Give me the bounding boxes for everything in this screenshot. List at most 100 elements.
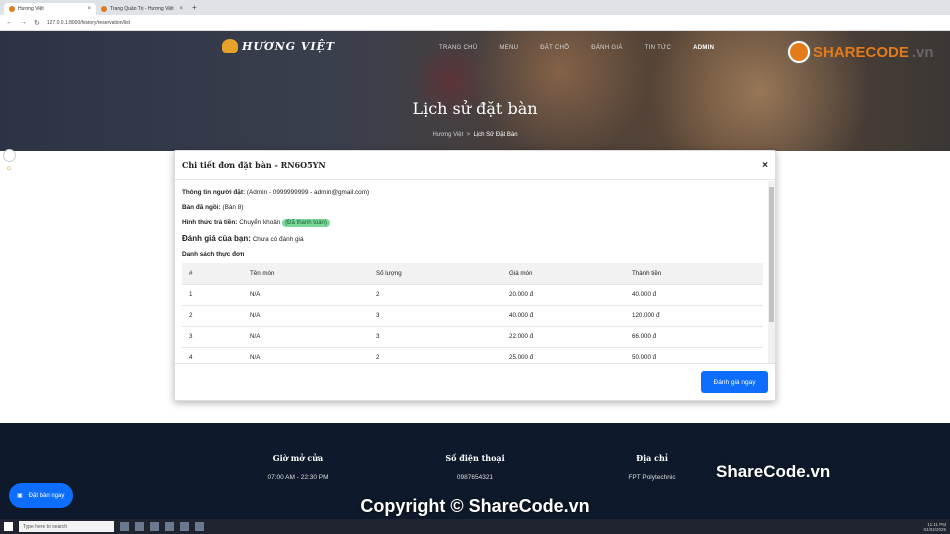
- breadcrumb-home[interactable]: Hương Việt: [432, 132, 463, 138]
- theme-toggle-button[interactable]: [3, 149, 16, 162]
- table-row: 3 N/A 3 22.000 đ 66.000 đ: [182, 325, 763, 347]
- footer-address: Địa chỉ FPT Polytechnic: [582, 453, 722, 481]
- scrollbar-thumb[interactable]: [769, 187, 774, 322]
- terminal-icon[interactable]: [180, 522, 189, 531]
- cell-total: 40.000 đ: [625, 283, 763, 305]
- forward-arrow-icon[interactable]: →: [20, 19, 27, 26]
- vscode-icon[interactable]: [165, 522, 174, 531]
- payment-method: Chuyển khoản: [239, 219, 281, 226]
- modal-title: Chi tiết đơn đặt bàn - RN6O5YN: [182, 160, 326, 170]
- system-clock[interactable]: 11:11 PM 04/02/2025: [923, 522, 950, 532]
- clock-date: 04/02/2025: [923, 526, 946, 532]
- table-row: 1 N/A 2 20.000 đ 40.000 đ: [182, 283, 763, 305]
- col-index: #: [182, 263, 243, 284]
- book-table-button[interactable]: ▣ Đặt bàn ngay: [9, 483, 73, 508]
- close-icon[interactable]: ×: [762, 160, 768, 171]
- os-taskbar: Type here to search 11:11 PM 04/02/2025: [0, 519, 950, 534]
- cell-total: 120.000 đ: [625, 304, 763, 326]
- cell-index: 4: [182, 346, 243, 364]
- windows-start-icon[interactable]: [4, 522, 13, 531]
- task-view-icon[interactable]: [120, 522, 129, 531]
- site-favicon-icon: [9, 6, 15, 12]
- url-field[interactable]: 127.0.0.1:8000/history/reservation/list: [47, 20, 130, 26]
- cell-total: 66.000 đ: [625, 325, 763, 347]
- footer-hours: Giờ mở cửa 07:00 AM - 22:30 PM: [228, 453, 368, 481]
- modal-footer: Đánh giá ngay: [175, 363, 775, 400]
- main-nav: TRANG CHỦ MENU ĐẶT CHỖ ĐÁNH GIÁ TIN TỨC …: [439, 45, 714, 51]
- review-value: Chưa có đánh giá: [252, 236, 304, 243]
- booker-info: Thông tin người đặt: (Admin - 0999999999…: [182, 189, 760, 196]
- sun-icon[interactable]: ☼: [5, 163, 12, 172]
- logo-icon: [222, 39, 238, 53]
- tab-title: Trang Quản Trị - Hương Việt: [110, 6, 174, 12]
- file-explorer-icon[interactable]: [135, 522, 144, 531]
- cell-index: 1: [182, 283, 243, 305]
- table-row: 4 N/A 2 25.000 đ 50.000 đ: [182, 346, 763, 364]
- app-icon[interactable]: [195, 522, 204, 531]
- cell-dish-name: N/A: [243, 325, 369, 347]
- nav-item-menu[interactable]: MENU: [499, 45, 518, 51]
- cell-quantity: 3: [369, 304, 502, 326]
- table-info-value: (Bàn 8): [222, 204, 244, 211]
- footer-phone-value: 0987654321: [456, 474, 494, 481]
- booker-info-value: (Admin - 0999999999 - admin@gmail.com): [246, 189, 370, 196]
- cell-dish-name: N/A: [243, 283, 369, 305]
- nav-item-admin[interactable]: ADMIN: [693, 45, 714, 51]
- browser-tab-huong-viet[interactable]: Hương Việt ×: [4, 3, 96, 15]
- table-info-label: Bàn đã ngồi:: [182, 204, 221, 211]
- footer-hours-value: 07:00 AM - 22:30 PM: [267, 474, 329, 481]
- table-info: Bàn đã ngồi: (Bàn 8): [182, 204, 760, 211]
- breadcrumb-current: Lịch Sử Đặt Bàn: [473, 132, 518, 138]
- logo-text: HƯƠNG VIỆT: [242, 39, 336, 53]
- address-bar-row: ← → ↻ 127.0.0.1:8000/history/reservation…: [0, 15, 950, 31]
- site-favicon-icon: [101, 6, 107, 12]
- cell-quantity: 3: [369, 325, 502, 347]
- payment-label: Hình thức trả tiền:: [182, 219, 238, 226]
- menu-list-title: Danh sách thực đơn: [182, 251, 245, 258]
- browser-tab-admin[interactable]: Trang Quản Trị - Hương Việt ×: [96, 3, 188, 15]
- nav-item-reviews[interactable]: ĐÁNH GIÁ: [591, 45, 622, 51]
- cell-quantity: 2: [369, 346, 502, 364]
- close-tab-icon[interactable]: ×: [179, 6, 183, 12]
- menu-list-label: Danh sách thực đơn: [182, 251, 760, 258]
- breadcrumb-separator: >: [466, 132, 471, 138]
- footer-hours-title: Giờ mở cửa: [272, 453, 324, 463]
- taskbar-apps: [120, 522, 204, 531]
- col-total: Thành tiền: [625, 263, 763, 284]
- page-title: Lịch sử đặt bàn: [412, 99, 538, 118]
- nav-item-news[interactable]: TIN TỨC: [645, 45, 671, 51]
- modal-scrollbar[interactable]: [768, 181, 775, 364]
- sharecode-logo: SHARECODE .vn: [788, 41, 934, 63]
- tab-title: Hương Việt: [18, 6, 44, 12]
- cell-index: 3: [182, 325, 243, 347]
- nav-item-home[interactable]: TRANG CHỦ: [439, 45, 477, 51]
- cell-index: 2: [182, 304, 243, 326]
- close-tab-icon[interactable]: ×: [87, 6, 91, 12]
- book-table-label: Đặt bàn ngay: [28, 492, 65, 499]
- chrome-icon[interactable]: [150, 522, 159, 531]
- sharecode-logo-suffix: .vn: [911, 43, 934, 61]
- cell-unit-price: 25.000 đ: [502, 346, 625, 364]
- back-arrow-icon[interactable]: ←: [6, 19, 13, 26]
- site-logo[interactable]: HƯƠNG VIỆT: [222, 39, 335, 53]
- new-tab-button[interactable]: +: [188, 3, 201, 12]
- footer-address-title: Địa chỉ: [636, 453, 668, 463]
- modal-header: Chi tiết đơn đặt bàn - RN6O5YN ×: [175, 151, 775, 180]
- footer-phone: Số điện thoại 0987654321: [405, 453, 545, 481]
- watermark-text: ShareCode.vn: [716, 462, 831, 481]
- rate-now-button[interactable]: Đánh giá ngay: [701, 371, 768, 393]
- col-unit-price: Giá món: [502, 263, 625, 284]
- copyright-watermark: Copyright © ShareCode.vn: [360, 496, 590, 516]
- booker-info-label: Thông tin người đặt:: [182, 189, 246, 196]
- sharecode-logo-text: SHARECODE: [813, 43, 909, 61]
- payment-info: Hình thức trả tiền: Chuyển khoản (Đã tha…: [182, 219, 760, 227]
- col-quantity: Số lượng: [369, 263, 502, 284]
- nav-item-reservation[interactable]: ĐẶT CHỖ: [540, 45, 569, 51]
- footer-address-value: FPT Polytechnic: [628, 474, 676, 481]
- reservation-detail-modal: Chi tiết đơn đặt bàn - RN6O5YN × Thông t…: [174, 150, 776, 401]
- reload-icon[interactable]: ↻: [34, 19, 40, 27]
- taskbar-search-input[interactable]: Type here to search: [19, 521, 114, 532]
- browser-tab-strip: Hương Việt × Trang Quản Trị - Hương Việt…: [0, 0, 950, 15]
- cell-unit-price: 40.000 đ: [502, 304, 625, 326]
- hero-banner: HƯƠNG VIỆT TRANG CHỦ MENU ĐẶT CHỖ ĐÁNH G…: [0, 31, 950, 151]
